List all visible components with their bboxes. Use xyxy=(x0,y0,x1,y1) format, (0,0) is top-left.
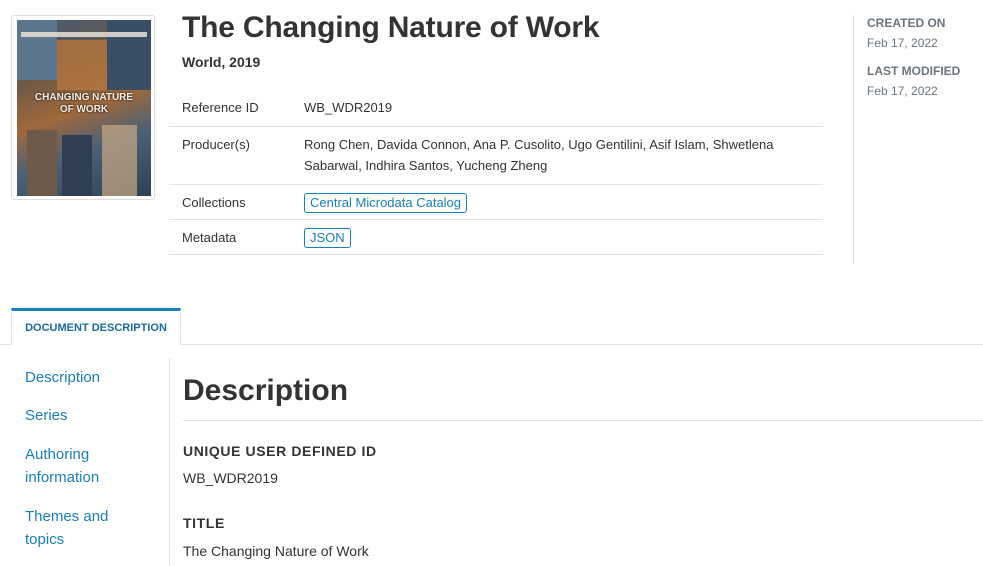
cover-thumbnail[interactable]: CHANGING NATURE OF WORK xyxy=(11,15,155,200)
metadata-row: Metadata JSON xyxy=(169,219,823,255)
producers-row: Producer(s) Rong Chen, Davida Connon, An… xyxy=(169,126,823,185)
last-modified-value: Feb 17, 2022 xyxy=(867,84,938,98)
producers-label: Producer(s) xyxy=(182,137,250,152)
nav-link-text: Authoring xyxy=(25,446,90,463)
nav-link-description[interactable]: Description xyxy=(25,366,155,389)
reference-id-value: WB_WDR2019 xyxy=(304,100,393,115)
cover-title-text: CHANGING NATURE OF WORK xyxy=(34,92,134,115)
producers-value: Rong Chen, Davida Connon, Ana P. Cusolit… xyxy=(304,127,803,184)
metadata-json-link[interactable]: JSON xyxy=(304,228,351,248)
collections-row: Collections Central Microdata Catalog xyxy=(169,184,823,220)
producers-value-line: Rong Chen, Davida Connon, Ana P. Cusolit… xyxy=(304,137,774,152)
page-title: The Changing Nature of Work xyxy=(182,11,600,44)
nav-link-text: information xyxy=(25,469,100,486)
collection-link-central-microdata-catalog[interactable]: Central Microdata Catalog xyxy=(304,193,468,213)
reference-id-label: Reference ID xyxy=(182,100,259,115)
unique-id-value: WB_WDR2019 xyxy=(183,470,278,486)
cover-image: CHANGING NATURE OF WORK xyxy=(17,20,151,196)
nav-link-text: Themes and xyxy=(25,508,109,525)
metadata-label: Metadata xyxy=(182,230,237,245)
nav-link-authoring-information[interactable]: Authoring information xyxy=(25,443,155,489)
nav-link-themes-and-topics[interactable]: Themes and topics xyxy=(25,505,155,551)
title-field-label: TITLE xyxy=(183,515,225,531)
side-divider xyxy=(853,15,854,264)
study-metadata-table: Reference ID WB_WDR2019 Producer(s) Rong… xyxy=(169,90,823,255)
last-modified-label: LAST MODIFIED xyxy=(867,64,961,78)
nav-link-text: topics xyxy=(25,531,65,548)
producers-value-line: Sabarwal, Indhira Santos, Yucheng Zheng xyxy=(304,158,548,173)
study-subtitle: World, 2019 xyxy=(182,54,261,70)
created-on-label: CREATED ON xyxy=(867,16,946,30)
nav-divider xyxy=(169,358,170,566)
reference-id-row: Reference ID WB_WDR2019 xyxy=(169,90,823,127)
nav-link-series[interactable]: Series xyxy=(25,404,155,427)
section-divider xyxy=(183,420,983,421)
created-on-value: Feb 17, 2022 xyxy=(867,36,938,50)
unique-id-label: UNIQUE USER DEFINED ID xyxy=(183,443,377,459)
collections-label: Collections xyxy=(182,195,246,210)
title-field-value: The Changing Nature of Work xyxy=(183,543,369,559)
tab-document-description[interactable]: DOCUMENT DESCRIPTION xyxy=(11,308,181,345)
section-heading: Description xyxy=(183,374,349,407)
